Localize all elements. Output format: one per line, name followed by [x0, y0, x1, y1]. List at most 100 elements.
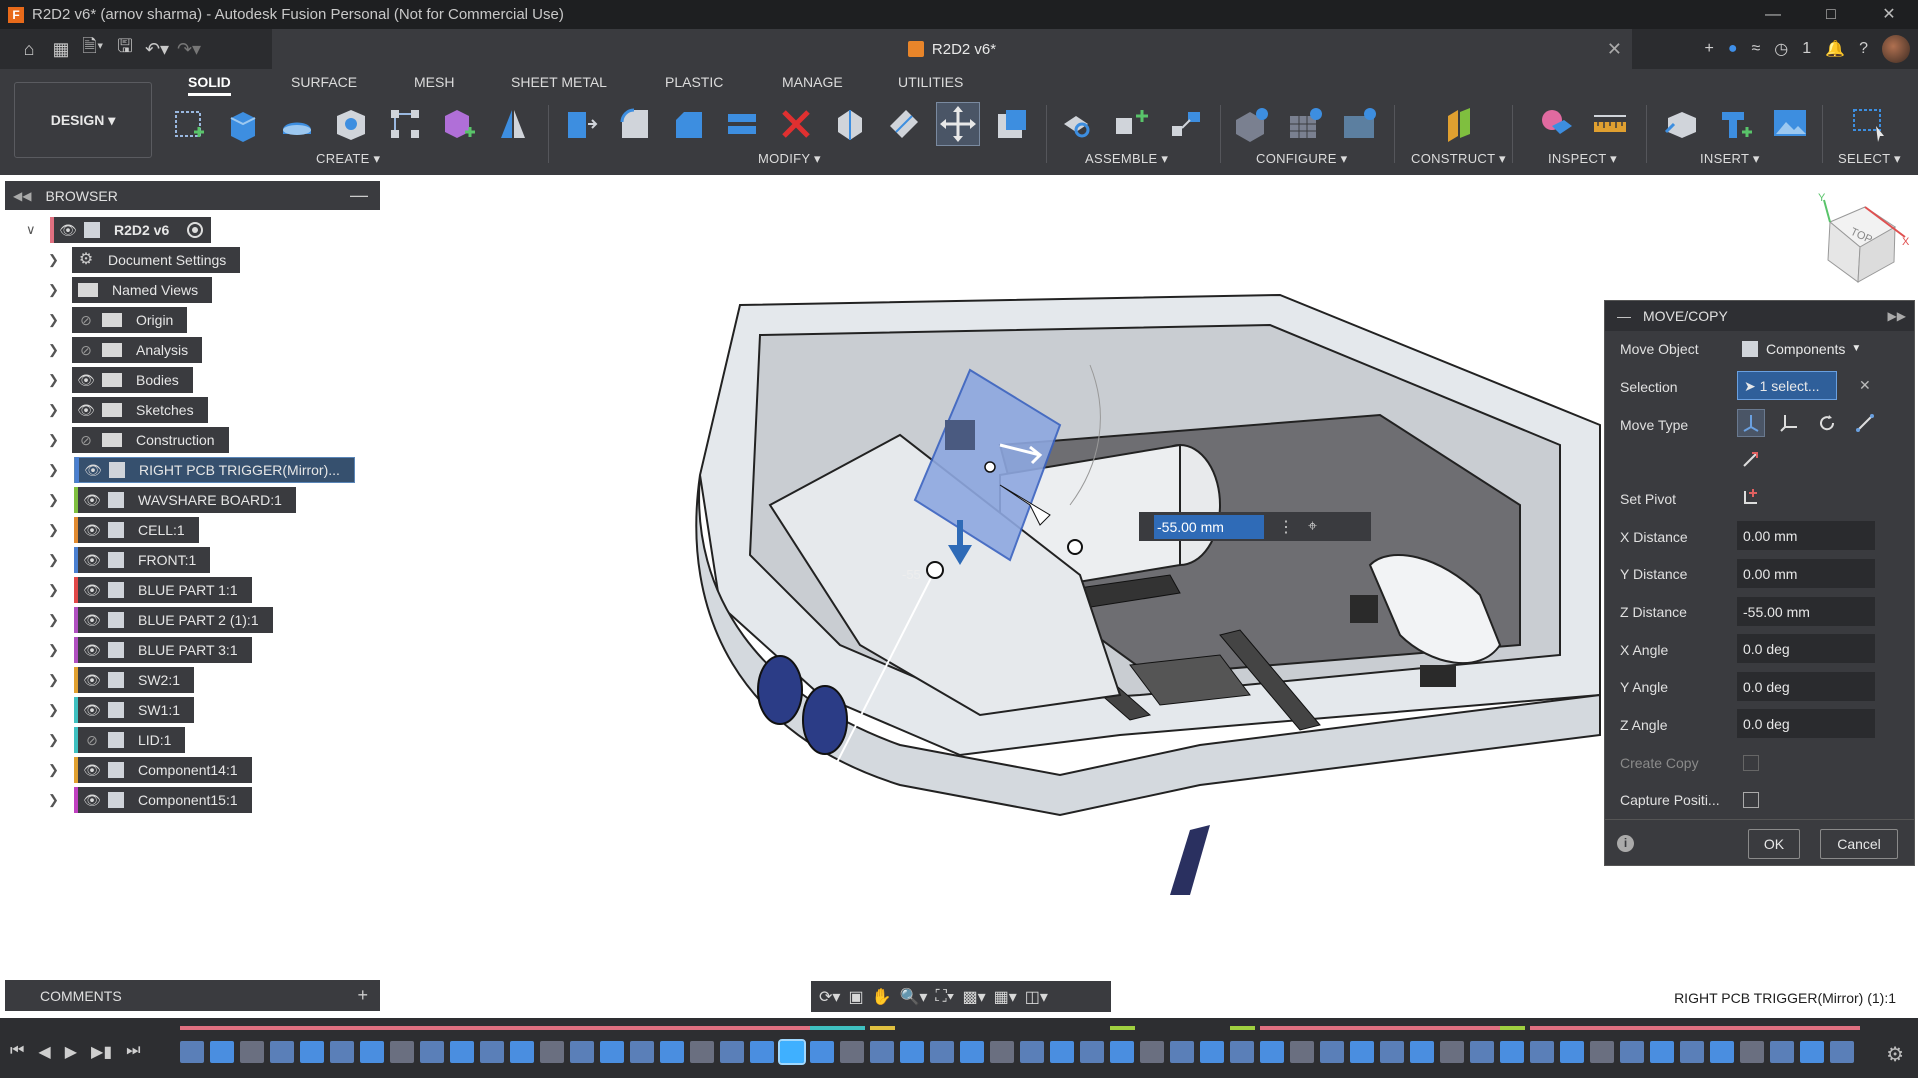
chevron-right-icon[interactable]: ❯ — [48, 372, 59, 388]
timeline-feature-icon[interactable] — [1170, 1041, 1194, 1063]
move-copy-icon[interactable] — [936, 102, 980, 146]
insert-group-label[interactable]: INSERT ▾ — [1700, 151, 1760, 167]
x-distance-field[interactable]: 0.00 mm — [1737, 521, 1875, 550]
timeline-feature-icon[interactable] — [1650, 1041, 1674, 1063]
step-back-icon[interactable]: ◀ — [38, 1042, 50, 1062]
minimize-browser-icon[interactable]: — — [350, 185, 368, 206]
chevron-right-icon[interactable]: ❯ — [48, 312, 59, 328]
home-icon[interactable]: ⌂ — [14, 34, 44, 64]
timeline-feature-icon[interactable] — [180, 1041, 204, 1063]
browser-node[interactable]: Named Views — [72, 277, 213, 303]
tab-mesh[interactable]: MESH — [414, 74, 454, 90]
distance-input[interactable]: -55.00 mm — [1154, 514, 1264, 539]
browser-node[interactable]: 👁 Component14:1 — [74, 757, 252, 783]
create-sketch-icon[interactable] — [168, 102, 212, 146]
close-window-button[interactable]: ✕ — [1860, 0, 1918, 29]
add-comment-icon[interactable]: + — [357, 985, 368, 1006]
chevron-right-icon[interactable]: ❯ — [48, 402, 59, 418]
chevron-right-icon[interactable]: ❯ — [48, 492, 59, 508]
selection-button[interactable]: ➤ 1 select... — [1737, 371, 1837, 400]
redo-icon[interactable]: ↷▾ — [174, 34, 204, 64]
as-built-joint-icon[interactable] — [1164, 102, 1208, 146]
browser-node[interactable]: 👁 Bodies — [72, 367, 193, 393]
timeline-feature-icon[interactable] — [210, 1041, 234, 1063]
modify-group-label[interactable]: MODIFY ▾ — [758, 151, 821, 167]
timeline-feature-icon[interactable] — [480, 1041, 504, 1063]
tab-manage[interactable]: MANAGE — [782, 74, 843, 90]
timeline-feature-icon[interactable] — [870, 1041, 894, 1063]
timeline-feature-icon[interactable] — [1080, 1041, 1104, 1063]
configure-table-icon[interactable] — [1230, 102, 1274, 146]
timeline-feature-icon[interactable] — [960, 1041, 984, 1063]
browser-node[interactable]: 👁 SW2:1 — [74, 667, 195, 693]
browser-node[interactable]: 👁 WAVSHARE BOARD:1 — [74, 487, 296, 513]
timeline-feature-icon[interactable] — [420, 1041, 444, 1063]
timeline-feature-icon[interactable] — [1350, 1041, 1374, 1063]
chevron-down-icon[interactable]: ∨ — [26, 222, 36, 238]
move-object-select[interactable]: Components ▼ — [1737, 334, 1875, 363]
collapse-dialog-icon[interactable]: — — [1617, 308, 1631, 324]
browser-node[interactable]: 👁 SW1:1 — [74, 697, 195, 723]
eye-icon[interactable]: 👁 — [78, 582, 106, 599]
browser-root-node[interactable]: 👁 R2D2 v6 — [50, 217, 212, 243]
timeline-feature-icon[interactable] — [450, 1041, 474, 1063]
chevron-right-icon[interactable]: ❯ — [48, 552, 59, 568]
browser-node[interactable]: 👁 BLUE PART 1:1 — [74, 577, 252, 603]
split-face-icon[interactable] — [828, 102, 872, 146]
fit-icon[interactable]: ⛶▾ — [935, 988, 954, 1006]
assemble-group-label[interactable]: ASSEMBLE ▾ — [1085, 151, 1168, 167]
chevron-right-icon[interactable]: ❯ — [48, 642, 59, 658]
cancel-button[interactable]: Cancel — [1820, 829, 1898, 859]
inspect-group-label[interactable]: INSPECT ▾ — [1548, 151, 1617, 167]
free-move-icon[interactable] — [1737, 409, 1765, 437]
clear-selection-icon[interactable]: ✕ — [1859, 377, 1871, 394]
timeline-feature-icon[interactable] — [1440, 1041, 1464, 1063]
eye-icon[interactable]: 👁 — [78, 492, 106, 509]
set-pivot-icon[interactable] — [1737, 483, 1765, 511]
timeline-feature-icon[interactable] — [930, 1041, 954, 1063]
new-component-icon[interactable] — [437, 102, 481, 146]
timeline-feature-icon[interactable] — [1500, 1041, 1524, 1063]
timeline-feature-icon[interactable] — [600, 1041, 624, 1063]
chevron-right-icon[interactable]: ❯ — [48, 762, 59, 778]
x-angle-field[interactable]: 0.0 deg — [1737, 634, 1875, 663]
timeline-feature-icon[interactable] — [630, 1041, 654, 1063]
shell-icon[interactable] — [720, 102, 764, 146]
expand-dialog-icon[interactable]: ▶▶ — [1888, 309, 1906, 323]
z-distance-field[interactable]: -55.00 mm — [1737, 597, 1875, 626]
chevron-right-icon[interactable]: ❯ — [48, 462, 59, 478]
close-tab-icon[interactable]: ✕ — [1607, 39, 1622, 60]
timeline-feature-icon[interactable] — [840, 1041, 864, 1063]
timeline-feature-icon[interactable] — [1830, 1041, 1854, 1063]
go-to-end-icon[interactable]: ⏭ — [126, 1042, 140, 1062]
extrude-icon[interactable] — [221, 102, 265, 146]
fillet-icon[interactable] — [612, 102, 656, 146]
bell-icon[interactable]: 🔔 — [1825, 39, 1845, 59]
help-icon[interactable]: ? — [1859, 40, 1868, 58]
timeline-feature-icon[interactable] — [510, 1041, 534, 1063]
extensions-icon[interactable]: ● — [1728, 40, 1738, 58]
timeline-feature-icon[interactable] — [1320, 1041, 1344, 1063]
capture-position-checkbox[interactable] — [1743, 792, 1759, 808]
timeline-feature-icon[interactable] — [1260, 1041, 1284, 1063]
new-tab-icon[interactable]: + — [1705, 40, 1714, 58]
timeline-feature-icon[interactable] — [1470, 1041, 1494, 1063]
timeline-feature-icon[interactable] — [900, 1041, 924, 1063]
minimize-button[interactable]: — — [1744, 0, 1802, 29]
canvas-image-icon[interactable] — [1768, 102, 1812, 146]
configure-theme-icon[interactable] — [1338, 102, 1382, 146]
notification-count[interactable]: 1 — [1802, 40, 1811, 58]
radio-active-icon[interactable] — [187, 222, 204, 238]
timeline-feature-icon[interactable] — [1740, 1041, 1764, 1063]
hole-icon[interactable] — [329, 102, 373, 146]
chevron-right-icon[interactable]: ❯ — [48, 522, 59, 538]
z-angle-field[interactable]: 0.0 deg — [1737, 709, 1875, 738]
timeline-feature-icon[interactable] — [240, 1041, 264, 1063]
timeline-feature-icon[interactable] — [1290, 1041, 1314, 1063]
point-to-position-icon[interactable] — [1737, 445, 1765, 473]
document-tab[interactable]: R2D2 v6* ✕ — [272, 29, 1632, 69]
press-pull-icon[interactable] — [558, 102, 602, 146]
data-panel-grid-icon[interactable]: ▦ — [46, 34, 76, 64]
orbit-icon[interactable]: ⟳▾ — [819, 987, 840, 1007]
offset-plane-icon[interactable] — [1438, 102, 1482, 146]
